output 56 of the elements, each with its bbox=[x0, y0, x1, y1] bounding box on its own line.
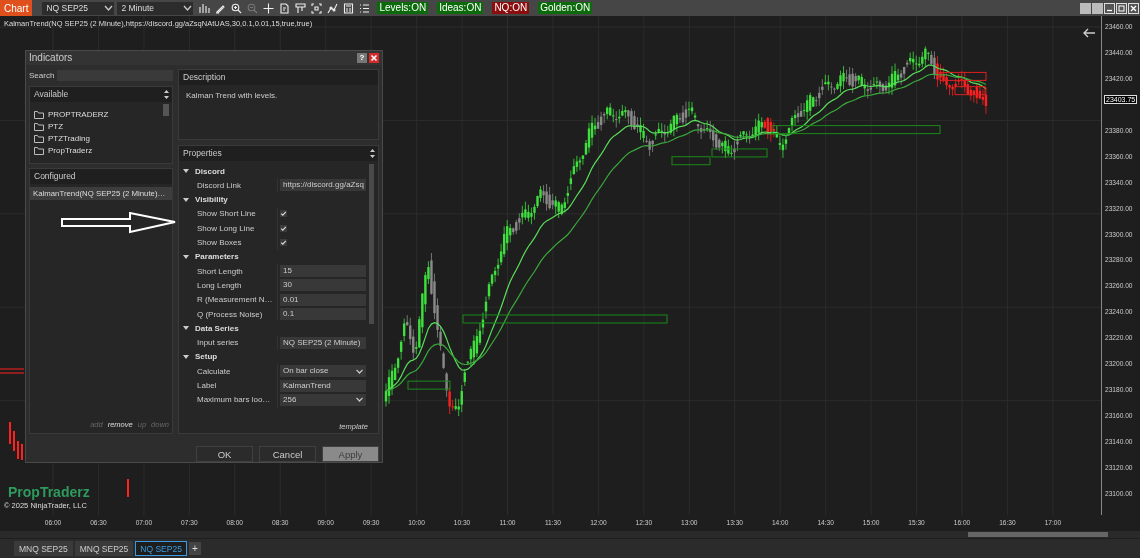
folder-item[interactable]: PropTraderz bbox=[34, 144, 172, 157]
property-label: Input series bbox=[196, 338, 240, 348]
property-label: Show Short Line bbox=[196, 209, 257, 219]
panel-header: Properties bbox=[183, 148, 222, 159]
interval-select[interactable]: 2 Minute bbox=[117, 1, 194, 15]
indicator-toggle[interactable]: Levels:ON bbox=[377, 2, 429, 14]
instrument-select[interactable]: NQ SEP25 bbox=[42, 1, 115, 15]
property-label: Maximum bars loo… bbox=[196, 395, 272, 405]
dialog-title: Indicators bbox=[29, 52, 73, 64]
value-dropdown[interactable]: On bar close bbox=[280, 365, 366, 378]
folder-item[interactable]: PROPTRADERZ bbox=[34, 108, 172, 121]
folder-item[interactable]: PTZ bbox=[34, 120, 172, 133]
chart-tab[interactable]: MNQ SEP25 bbox=[14, 541, 73, 556]
folder-label: PropTraderz bbox=[48, 146, 93, 156]
group-header: Discord bbox=[195, 166, 225, 176]
property-label: Label bbox=[196, 381, 218, 390]
folder-label: PTZ bbox=[48, 122, 64, 132]
folder-label: PTZTrading bbox=[48, 134, 90, 144]
property-label: Show Long Line bbox=[196, 223, 256, 233]
property-label: R (Measurement N… bbox=[196, 295, 274, 305]
add-tab-button[interactable]: + bbox=[188, 542, 201, 555]
value-field[interactable]: KalmanTrend bbox=[280, 379, 366, 392]
panel-header: Configured bbox=[34, 171, 76, 182]
property-label: Discord Link bbox=[196, 180, 242, 190]
chart-tab[interactable]: MNQ SEP25 bbox=[74, 541, 134, 556]
value-field[interactable]: 30 bbox=[280, 279, 366, 292]
value-field[interactable]: 0.1 bbox=[280, 308, 366, 321]
folder-item[interactable]: PTZTrading bbox=[34, 132, 172, 145]
indicator-toggle[interactable]: Ideas:ON bbox=[437, 2, 484, 14]
group-header: Visibility bbox=[195, 195, 228, 205]
property-label: Show Boxes bbox=[196, 238, 243, 248]
dialog-button[interactable]: Cancel bbox=[259, 446, 316, 462]
indicator-toggle[interactable]: NQ:ON bbox=[492, 2, 530, 14]
chart-tab[interactable]: NQ SEP25 bbox=[135, 541, 187, 556]
panel-header: Description bbox=[183, 72, 226, 83]
brand-title: PropTraderz bbox=[8, 484, 90, 500]
panel-header: Available bbox=[34, 89, 69, 100]
property-label: Calculate bbox=[196, 366, 232, 376]
value-dropdown[interactable]: 256 bbox=[280, 393, 366, 406]
description-text: Kalman Trend with levels. bbox=[185, 89, 279, 102]
indicator-toggle[interactable]: Golden:ON bbox=[538, 2, 593, 14]
chart-button[interactable]: Chart bbox=[0, 0, 33, 16]
property-label: Long Length bbox=[196, 280, 243, 290]
group-header: Setup bbox=[195, 352, 218, 362]
value-field[interactable]: 15 bbox=[280, 265, 366, 278]
folder-label: PROPTRADERZ bbox=[48, 110, 109, 120]
group-header: Parameters bbox=[195, 252, 239, 262]
dialog-button[interactable]: OK bbox=[196, 446, 253, 462]
property-label: Short Length bbox=[196, 266, 244, 276]
search-label: Search bbox=[29, 70, 55, 80]
property-label: Q (Process Noise) bbox=[196, 309, 264, 319]
value-field[interactable]: https://discord.gg/aZsq bbox=[280, 179, 366, 192]
help-button[interactable]: ? bbox=[357, 52, 367, 63]
value-field[interactable]: 0.01 bbox=[280, 293, 366, 306]
group-header: Data Series bbox=[195, 323, 239, 333]
value-field[interactable]: NQ SEP25 (2 Minute) bbox=[280, 336, 366, 349]
